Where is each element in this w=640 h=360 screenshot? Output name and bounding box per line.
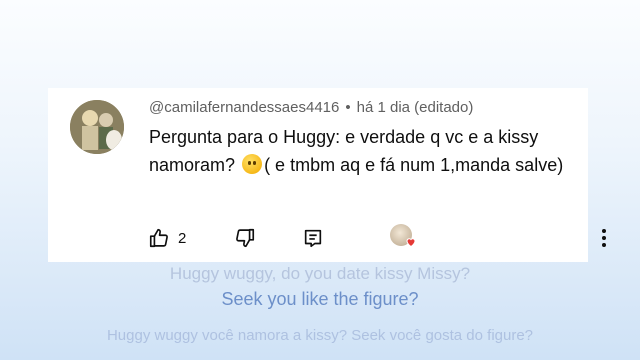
thumbs-up-icon: [149, 228, 168, 248]
like-count: 2: [178, 229, 187, 247]
comment-header: @camilafernandessaes4416 • há 1 dia (edita…: [149, 99, 473, 116]
reply-button[interactable]: [302, 226, 324, 250]
subtitle-line-1: Huggy wuggy, do you date kissy Missy?: [169, 264, 471, 283]
comment-text: Pergunta para o Huggy: e verdade q vc e …: [149, 123, 569, 179]
more-vert-icon: [602, 229, 606, 247]
reply-icon: [304, 229, 322, 248]
separator-dot: •: [345, 99, 351, 116]
thinking-face-icon: [242, 154, 263, 174]
comment-actions: 2: [148, 224, 606, 250]
thumbs-down-icon: [236, 228, 255, 248]
username[interactable]: @camilafernandessaes4416: [149, 99, 339, 116]
timestamp[interactable]: há 1 dia (editado): [357, 99, 474, 116]
like-button[interactable]: 2: [148, 226, 186, 250]
user-avatar[interactable]: [70, 100, 124, 154]
more-options-button[interactable]: [600, 226, 608, 250]
comment-text-part2: ( e tmbm aq e fá num 1,manda salve): [264, 155, 564, 175]
heart-icon: [406, 238, 416, 248]
subtitle-line-3: Huggy wuggy você namora a kissy? Seek vo…: [106, 327, 534, 344]
dislike-button[interactable]: [234, 226, 256, 250]
subtitle-line-2: Seek you like the figure?: [221, 289, 419, 309]
comment-card: @camilafernandessaes4416 • há 1 dia (edita…: [48, 88, 606, 262]
